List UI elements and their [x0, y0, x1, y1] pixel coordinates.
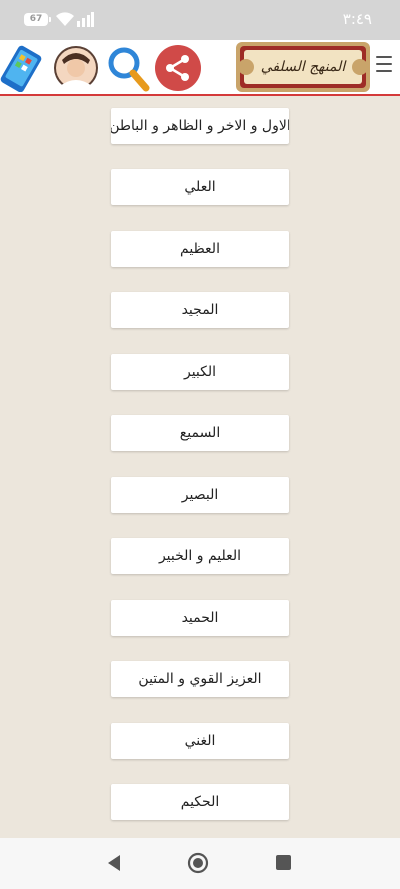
status-bar: 67 ٣:٤٩	[0, 0, 400, 40]
list-item[interactable]: السميع	[111, 415, 289, 451]
list-item[interactable]: العليم و الخبير	[111, 538, 289, 574]
clock: ٣:٤٩	[342, 10, 372, 28]
list-item[interactable]: الاول و الاخر و الظاهر و الباطن	[111, 108, 289, 144]
app-bar: المنهج السلفي	[0, 40, 400, 96]
list-item[interactable]: البصير	[111, 477, 289, 513]
list-item[interactable]: الحميد	[111, 600, 289, 636]
home-icon[interactable]	[187, 852, 209, 874]
search-graphic	[108, 47, 150, 92]
avatar-graphic	[54, 46, 98, 90]
battery-level: 67	[29, 14, 43, 24]
share-icon[interactable]	[154, 44, 202, 92]
list-item[interactable]: الكبير	[111, 354, 289, 390]
list-item[interactable]: العلي	[111, 169, 289, 205]
logo-text: المنهج السلفي	[260, 59, 346, 75]
recent-apps-icon[interactable]	[276, 855, 291, 870]
list-item[interactable]: الحكيم	[111, 784, 289, 820]
back-icon[interactable]	[106, 854, 122, 872]
wifi-icon	[56, 12, 74, 26]
hamburger-icon[interactable]	[376, 56, 392, 78]
list-item[interactable]: المجيد	[111, 292, 289, 328]
system-nav-bar	[0, 838, 400, 889]
app-logo: المنهج السلفي	[236, 42, 370, 92]
phone-app-icon[interactable]	[0, 44, 48, 93]
share-graphic	[155, 45, 201, 91]
search-icon[interactable]	[104, 44, 152, 92]
names-list: الاول و الاخر و الظاهر و الباطن العلي ال…	[0, 96, 400, 838]
list-item[interactable]: العزيز القوي و المتين	[111, 661, 289, 697]
signal-icon	[77, 12, 94, 27]
phone-app-graphic	[0, 45, 42, 93]
list-item[interactable]: الغني	[111, 723, 289, 759]
battery-icon: 67	[24, 13, 51, 26]
list-item[interactable]: العظيم	[111, 231, 289, 267]
avatar[interactable]	[52, 44, 100, 92]
